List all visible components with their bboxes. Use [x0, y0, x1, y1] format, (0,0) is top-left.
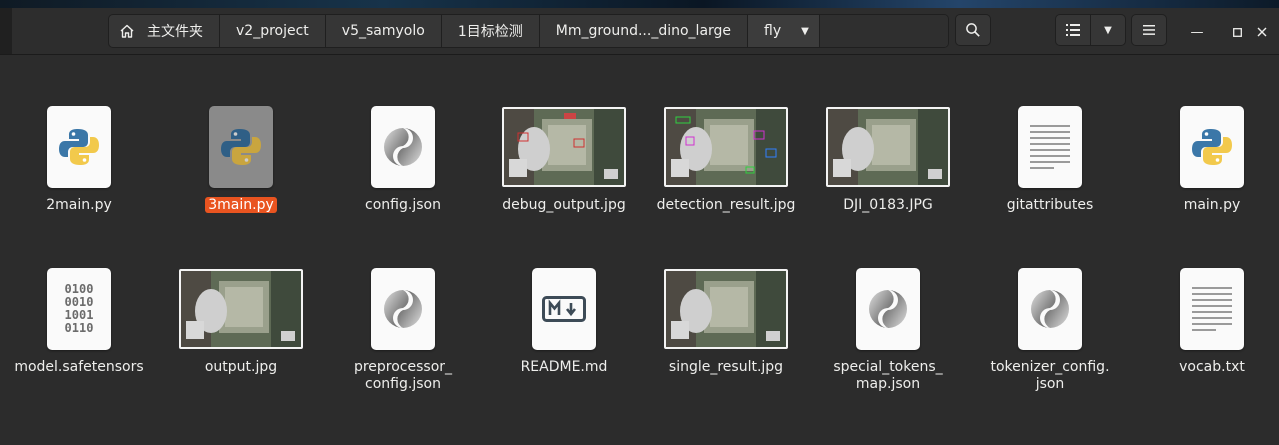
file-name: preprocessor_ config.json [353, 359, 453, 392]
file-item[interactable]: README.md [490, 263, 638, 376]
file-item[interactable]: DJI_0183.JPG [814, 101, 962, 214]
file-item[interactable]: 0100 0010 1001 0110 model.safetensors [5, 263, 153, 376]
python-file-icon [209, 106, 273, 188]
file-name: single_result.jpg [668, 359, 784, 375]
python-file-icon [47, 106, 111, 188]
file-item[interactable]: output.jpg [167, 263, 315, 376]
image-thumbnail [664, 269, 788, 349]
file-item[interactable]: config.json [329, 101, 477, 214]
text-file-icon [1180, 268, 1244, 350]
text-file-icon [1018, 106, 1082, 188]
crumb-v2-project[interactable]: v2_project [220, 15, 326, 47]
crumb-label: fly [764, 23, 782, 39]
file-name: main.py [1183, 197, 1241, 213]
markdown-file-icon [532, 268, 596, 350]
path-bar: 主文件夹 v2_project v5_samyolo 1目标检测 Mm_grou… [108, 14, 949, 48]
close-icon [1257, 27, 1267, 37]
minimize-button[interactable]: — [1185, 20, 1209, 44]
file-name: 3main.py [167, 197, 315, 214]
json-file-icon [371, 268, 435, 350]
chevron-down-icon[interactable]: ▼ [801, 26, 809, 37]
crumb-label: v2_project [236, 23, 309, 39]
file-name: config.json [365, 197, 441, 213]
file-item[interactable]: vocab.txt [1138, 263, 1279, 376]
image-thumbnail [179, 269, 303, 349]
crumb-home[interactable]: 主文件夹 [109, 15, 220, 47]
crumb-mm-grounding-dino[interactable]: Mm_ground..._dino_large [540, 15, 749, 47]
file-name: output.jpg [204, 359, 278, 375]
file-name: debug_output.jpg [502, 197, 626, 213]
file-name: DJI_0183.JPG [843, 197, 933, 213]
minimize-icon: — [1190, 24, 1204, 40]
crumb-label: Mm_ground..._dino_large [555, 23, 732, 39]
crumb-v5-samyolo[interactable]: v5_samyolo [326, 15, 442, 47]
file-item[interactable]: tokenizer_config. json [976, 263, 1124, 393]
menu-button[interactable] [1131, 14, 1167, 46]
file-name: vocab.txt [1179, 359, 1245, 375]
path-bar-empty-area [819, 15, 948, 47]
chevron-down-icon: ▼ [1104, 24, 1112, 36]
home-icon [120, 24, 134, 38]
crumb-label: 主文件夹 [147, 24, 203, 40]
crumb-target-detection[interactable]: 1目标检测 [442, 15, 540, 47]
file-item[interactable]: preprocessor_ config.json [329, 263, 477, 393]
file-name: detection_result.jpg [656, 197, 796, 213]
view-toggle-group: ▼ [1055, 14, 1126, 46]
binary-file-icon: 0100 0010 1001 0110 [47, 268, 111, 350]
file-name: gitattributes [1006, 197, 1094, 213]
crumb-label: 1目标检测 [457, 24, 523, 40]
image-thumbnail [826, 107, 950, 187]
image-thumbnail [664, 107, 788, 187]
maximize-icon [1232, 27, 1242, 37]
window-edge [0, 8, 12, 54]
header-bar: 主文件夹 v2_project v5_samyolo 1目标检测 Mm_grou… [0, 8, 1279, 55]
view-options-dropdown[interactable]: ▼ [1090, 15, 1125, 45]
hamburger-menu-icon [1143, 25, 1155, 35]
json-file-icon [1018, 268, 1082, 350]
file-name: 2main.py [46, 197, 112, 213]
desktop-background-strip [0, 0, 1279, 8]
close-button[interactable] [1250, 20, 1274, 44]
json-file-icon [371, 106, 435, 188]
file-item[interactable]: special_tokens_ map.json [814, 263, 962, 393]
file-item[interactable]: single_result.jpg [652, 263, 800, 376]
file-name: special_tokens_ map.json [833, 359, 943, 392]
file-item-selected[interactable]: 3main.py [167, 101, 315, 214]
file-item[interactable]: gitattributes [976, 101, 1124, 214]
list-view-icon [1066, 24, 1080, 36]
crumb-fly[interactable]: fly ▼ [748, 15, 820, 47]
search-icon [966, 23, 980, 37]
file-item[interactable]: main.py [1138, 101, 1279, 214]
search-button[interactable] [955, 14, 991, 46]
file-grid: 2main.py 3main.py config.json debug_outp… [0, 55, 1279, 445]
file-item[interactable]: 2main.py [5, 101, 153, 214]
python-file-icon [1180, 106, 1244, 188]
file-item[interactable]: debug_output.jpg [490, 101, 638, 214]
list-view-button[interactable] [1056, 15, 1090, 45]
crumb-label: v5_samyolo [341, 23, 425, 39]
json-file-icon [856, 268, 920, 350]
file-name: tokenizer_config. json [990, 359, 1110, 392]
maximize-button[interactable] [1225, 20, 1249, 44]
file-item[interactable]: detection_result.jpg [652, 101, 800, 214]
selected-file-name: 3main.py [205, 197, 277, 213]
file-name: model.safetensors [14, 359, 144, 375]
file-name: README.md [520, 359, 608, 375]
image-thumbnail [502, 107, 626, 187]
